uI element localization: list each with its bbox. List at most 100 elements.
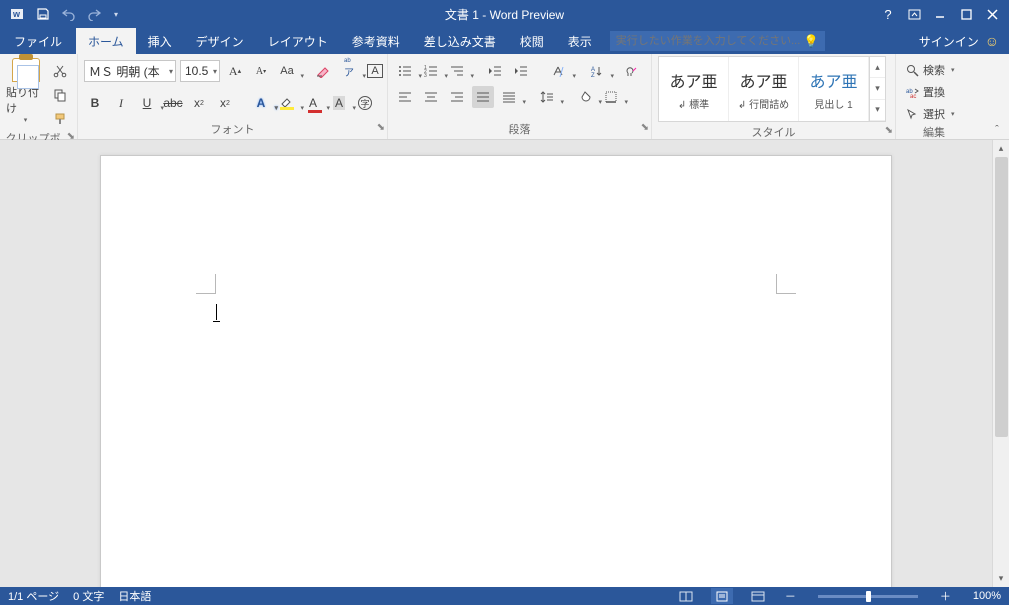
font-color-icon[interactable]: A <box>302 92 324 114</box>
vertical-scrollbar[interactable]: ▴ ▾ <box>992 140 1009 587</box>
style-normal[interactable]: あア亜 ↲ 標準 <box>659 57 729 121</box>
styles-scroll-down-icon[interactable]: ▾ <box>870 78 885 99</box>
zoom-level[interactable]: 100% <box>973 590 1001 602</box>
tab-file[interactable]: ファイル <box>0 28 76 54</box>
justify-icon[interactable] <box>472 86 494 108</box>
tell-me-box[interactable]: 💡 <box>610 31 825 51</box>
shading-icon[interactable] <box>574 86 596 108</box>
show-marks-icon[interactable] <box>620 60 642 82</box>
text-effects-icon[interactable]: A <box>250 92 272 114</box>
align-right-icon[interactable] <box>446 86 468 108</box>
sign-in-button[interactable]: サインイン ☺ <box>909 28 1009 54</box>
enclose-char-icon[interactable]: 字 <box>354 92 376 114</box>
smiley-icon: ☺ <box>985 33 999 49</box>
copy-icon[interactable] <box>49 84 71 106</box>
paragraph-launcher-icon[interactable]: ⬊ <box>641 122 649 133</box>
scroll-up-icon[interactable]: ▴ <box>993 140 1009 157</box>
find-icon <box>906 64 919 77</box>
font-size-combo[interactable]: 10.5▾ <box>180 60 220 82</box>
sort-icon[interactable]: AZ <box>586 60 608 82</box>
superscript-icon[interactable]: x2 <box>214 92 236 114</box>
minimize-icon[interactable] <box>929 3 951 25</box>
redo-icon[interactable] <box>84 3 106 25</box>
scroll-down-icon[interactable]: ▾ <box>993 570 1009 587</box>
group-editing: 検索▾ abac 置換 選択▾ 編集 <box>896 54 972 139</box>
styles-gallery: あア亜 ↲ 標準 あア亜 ↲ 行間詰め あア亜 見出し 1 ▴ ▾ ▾ <box>658 56 886 122</box>
highlight-icon[interactable] <box>276 92 298 114</box>
grow-font-icon[interactable]: A▴ <box>224 60 246 82</box>
style-no-spacing[interactable]: あア亜 ↲ 行間詰め <box>729 57 799 121</box>
char-shading-icon[interactable]: A <box>328 92 350 114</box>
increase-indent-icon[interactable] <box>510 60 532 82</box>
undo-icon[interactable] <box>58 3 80 25</box>
tab-view[interactable]: 表示 <box>556 28 604 54</box>
borders-icon[interactable] <box>600 86 622 108</box>
print-layout-icon[interactable] <box>711 588 733 604</box>
subscript-icon[interactable]: x2 <box>188 92 210 114</box>
status-word-count[interactable]: 0 文字 <box>73 588 104 604</box>
replace-button[interactable]: abac 置換 <box>902 82 959 102</box>
styles-scroll-up-icon[interactable]: ▴ <box>870 57 885 78</box>
maximize-icon[interactable] <box>955 3 977 25</box>
clear-formatting-icon[interactable] <box>312 60 334 82</box>
select-button[interactable]: 選択▾ <box>902 104 959 124</box>
strikethrough-icon[interactable]: abc <box>162 92 184 114</box>
scroll-thumb[interactable] <box>995 157 1008 437</box>
tab-home[interactable]: ホーム <box>76 28 136 54</box>
close-icon[interactable] <box>981 3 1003 25</box>
underline-icon[interactable]: U <box>136 92 158 114</box>
italic-icon[interactable]: I <box>110 92 132 114</box>
collapse-ribbon-icon[interactable]: ˆ <box>989 123 1005 137</box>
group-styles-label: スタイル <box>752 127 796 139</box>
align-center-icon[interactable] <box>420 86 442 108</box>
asian-layout-icon[interactable] <box>548 60 570 82</box>
find-button[interactable]: 検索▾ <box>902 60 959 80</box>
shrink-font-icon[interactable]: A▾ <box>250 60 272 82</box>
ribbon: 貼り付け ▾ クリップボ…⬊ ＭＳ 明朝 (本▾ 10.5▾ A▴ A▾ Aa … <box>0 54 1009 140</box>
phonetic-guide-icon[interactable]: アab <box>338 60 360 82</box>
format-painter-icon[interactable] <box>49 108 71 130</box>
read-mode-icon[interactable] <box>675 588 697 604</box>
change-case-icon[interactable]: Aa <box>276 60 298 82</box>
numbering-icon[interactable]: 123 <box>420 60 442 82</box>
tab-mailings[interactable]: 差し込み文書 <box>412 28 508 54</box>
font-launcher-icon[interactable]: ⬊ <box>377 122 385 133</box>
tell-me-input[interactable] <box>616 35 819 47</box>
status-bar: 1/1 ページ 0 文字 日本語 － ＋ 100% <box>0 587 1009 605</box>
status-language[interactable]: 日本語 <box>118 588 151 604</box>
qat-customize-icon[interactable]: ▾ <box>110 3 122 25</box>
styles-launcher-icon[interactable]: ⬊ <box>885 125 893 136</box>
decrease-indent-icon[interactable] <box>484 60 506 82</box>
tab-design[interactable]: デザイン <box>184 28 256 54</box>
word-icon[interactable]: w <box>6 3 28 25</box>
tab-layout[interactable]: レイアウト <box>256 28 340 54</box>
zoom-in-icon[interactable]: ＋ <box>938 588 953 604</box>
web-layout-icon[interactable] <box>747 588 769 604</box>
styles-expand-icon[interactable]: ▾ <box>870 100 885 121</box>
zoom-slider[interactable] <box>818 595 918 598</box>
line-spacing-icon[interactable] <box>536 86 558 108</box>
zoom-out-icon[interactable]: － <box>783 588 798 604</box>
bold-icon[interactable]: B <box>84 92 106 114</box>
paste-button[interactable]: 貼り付け ▾ <box>6 58 45 124</box>
tab-review[interactable]: 校閲 <box>508 28 556 54</box>
window-controls: ? <box>877 3 1009 25</box>
sign-in-label: サインイン <box>919 33 979 50</box>
bullets-icon[interactable] <box>394 60 416 82</box>
group-editing-label: 編集 <box>923 127 945 139</box>
help-icon[interactable]: ? <box>877 3 899 25</box>
multilevel-list-icon[interactable] <box>446 60 468 82</box>
character-border-icon[interactable]: A <box>364 60 386 82</box>
align-left-icon[interactable] <box>394 86 416 108</box>
distributed-icon[interactable] <box>498 86 520 108</box>
tab-references[interactable]: 参考資料 <box>340 28 412 54</box>
ribbon-display-icon[interactable] <box>903 3 925 25</box>
tab-insert[interactable]: 挿入 <box>136 28 184 54</box>
page[interactable] <box>100 155 892 587</box>
save-icon[interactable] <box>32 3 54 25</box>
font-name-combo[interactable]: ＭＳ 明朝 (本▾ <box>84 60 176 82</box>
cut-icon[interactable] <box>49 60 71 82</box>
status-page[interactable]: 1/1 ページ <box>8 588 59 604</box>
style-heading1[interactable]: あア亜 見出し 1 <box>799 57 869 121</box>
zoom-slider-thumb[interactable] <box>866 591 871 602</box>
